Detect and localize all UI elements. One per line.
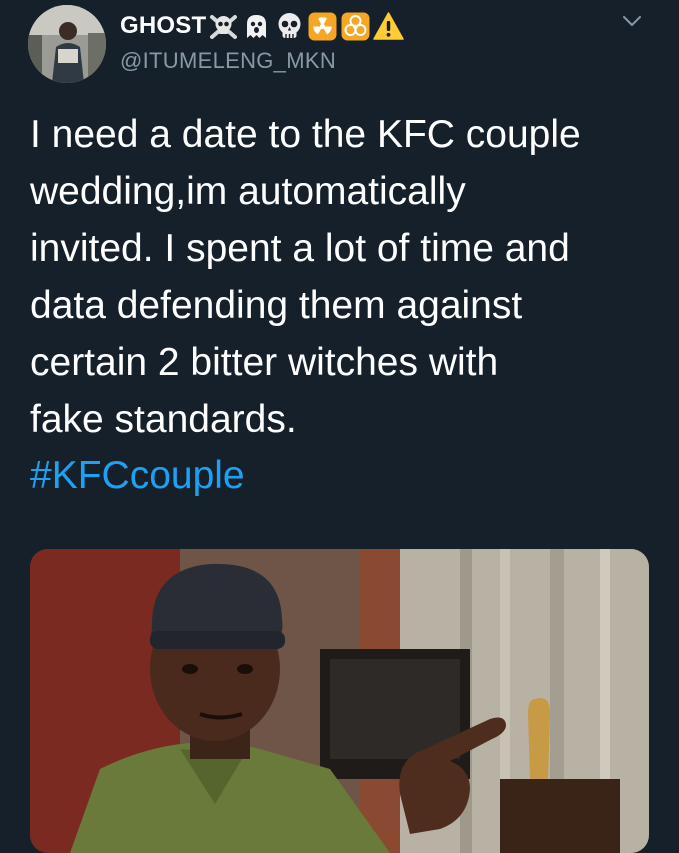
tweet-text: I need a date to the KFC couple wedding,… [30,113,581,441]
ghost-icon [241,11,272,42]
hashtag-link[interactable]: #KFCcouple [30,447,245,504]
chevron-down-icon[interactable] [621,12,643,30]
user-handle[interactable]: @ITUMELENG_MKN [120,48,336,74]
skull-icon [274,11,305,42]
radioactive-icon [307,11,338,42]
avatar[interactable] [28,5,106,83]
display-name[interactable]: GHOST [120,12,206,40]
warning-icon [373,11,405,42]
biohazard-icon [340,11,371,42]
name-row[interactable]: GHOST [120,8,405,44]
tweet-media-image[interactable] [30,549,649,853]
skull-crossbones-icon [208,11,239,42]
tweet-card: GHOST @ITUMELENG_MKN I need a date to th… [0,0,679,853]
